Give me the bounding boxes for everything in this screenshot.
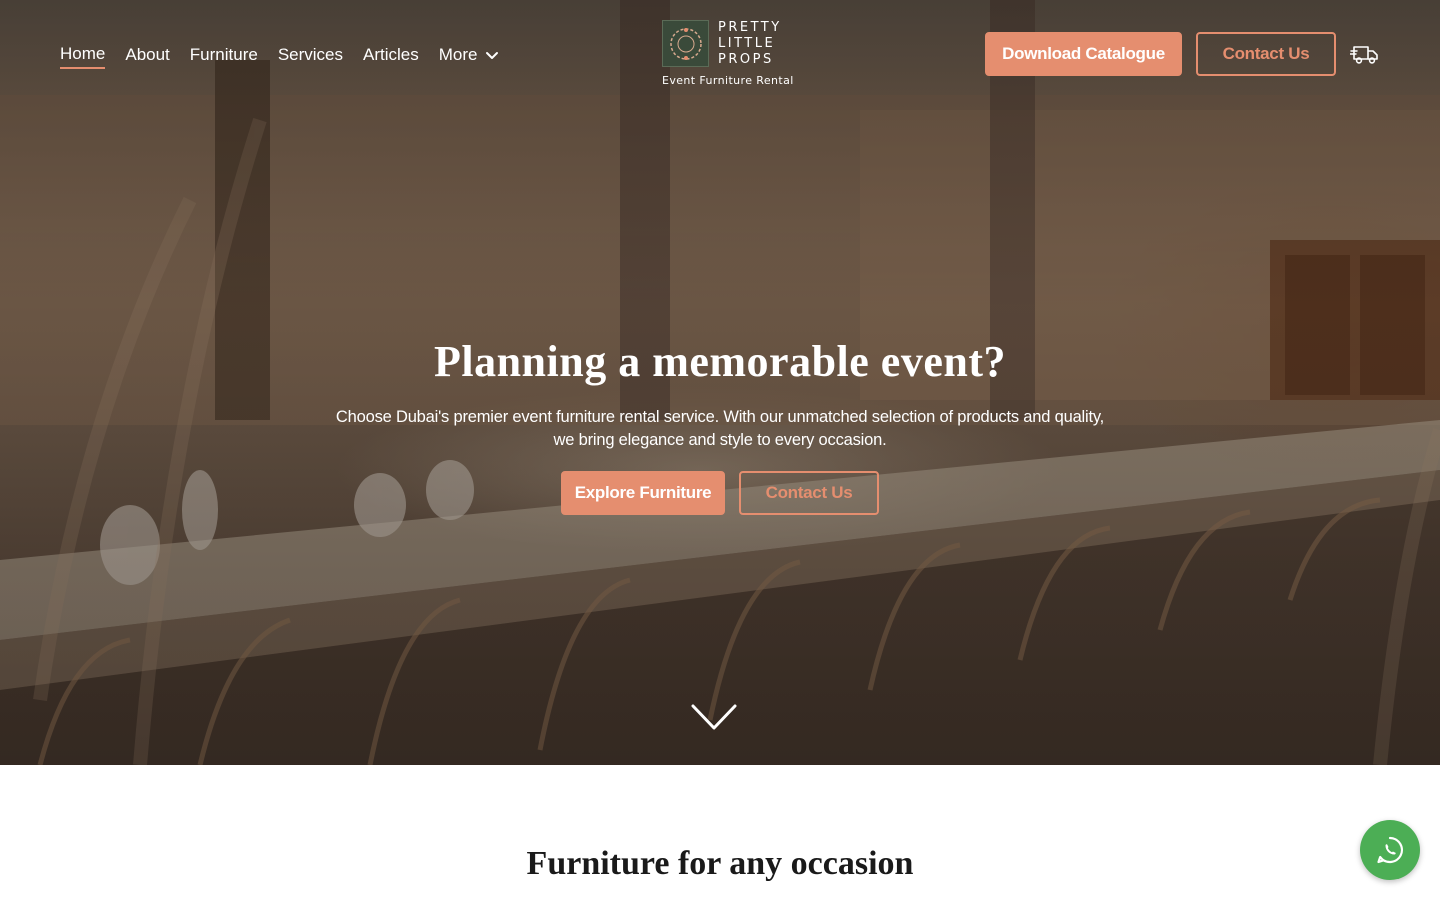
logo-emblem	[662, 20, 709, 67]
whatsapp-chat-button[interactable]	[1360, 820, 1420, 880]
logo-wordmark: PRETTY LITTLE PROPS	[718, 20, 782, 68]
nav-services[interactable]: Services	[278, 45, 343, 65]
whatsapp-icon	[1377, 836, 1403, 864]
site-logo[interactable]: PRETTY LITTLE PROPS Event Furniture Rent…	[662, 20, 793, 90]
delivery-truck-icon[interactable]	[1350, 42, 1380, 66]
hero-subtitle: Choose Dubai's premier event furniture r…	[335, 408, 1105, 449]
header-contact-button[interactable]: Contact Us	[1196, 32, 1336, 76]
logo-tagline: Event Furniture Rental	[662, 74, 794, 87]
hero-title: Planning a memorable event?	[433, 337, 1006, 386]
logo-line-2: LITTLE	[718, 36, 776, 51]
nav-about[interactable]: About	[125, 45, 169, 65]
nav-furniture[interactable]: Furniture	[190, 45, 258, 65]
section-title-furniture: Furniture for any occasion	[526, 845, 914, 882]
chevron-down-icon	[486, 51, 499, 59]
scroll-down-chevron-icon[interactable]	[690, 700, 738, 736]
nav-articles[interactable]: Articles	[363, 45, 419, 65]
nav-more-label: More	[438, 44, 478, 64]
logo-line-3: PROPS	[718, 52, 774, 67]
main-nav: Home About Furniture Services Articles M…	[60, 40, 519, 69]
logo-line-1: PRETTY	[718, 20, 782, 35]
download-catalogue-button[interactable]: Download Catalogue	[985, 32, 1182, 76]
nav-more-dropdown[interactable]: More	[439, 45, 500, 65]
explore-furniture-button[interactable]: Explore Furniture	[561, 471, 725, 515]
nav-home[interactable]: Home	[60, 44, 106, 69]
hero-section: Home About Furniture Services Articles M…	[0, 0, 1440, 765]
hero-contact-button[interactable]: Contact Us	[739, 471, 879, 515]
